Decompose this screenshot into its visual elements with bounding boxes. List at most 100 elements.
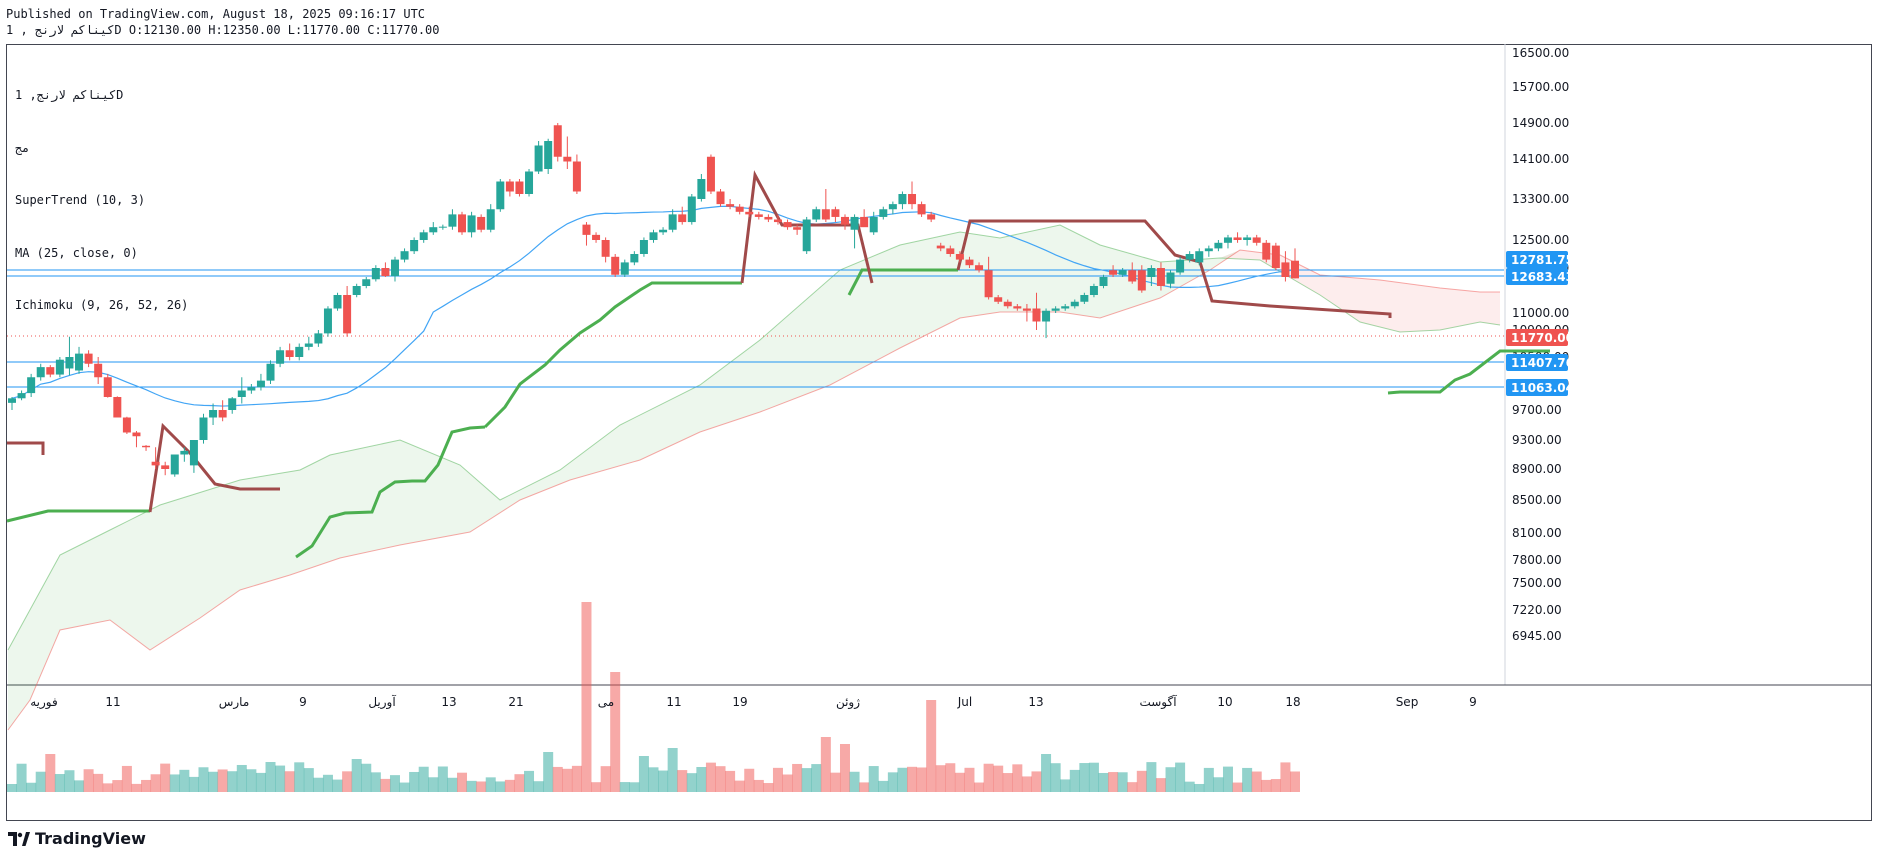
volume-bar xyxy=(409,771,420,792)
price-tick-label: 13300.00 xyxy=(1512,192,1569,206)
time-axis-label: 11 xyxy=(105,695,120,709)
volume-bar xyxy=(131,783,142,792)
volume-bar xyxy=(313,777,324,792)
candle-body xyxy=(199,417,208,440)
volume-bar xyxy=(1165,767,1176,792)
candle-body xyxy=(161,465,170,469)
candle-body xyxy=(860,216,869,228)
volume-bar xyxy=(1194,783,1205,792)
time-axis-label: 21 xyxy=(508,695,523,709)
candle-body xyxy=(486,209,495,230)
candle-body xyxy=(649,232,658,240)
candle-body xyxy=(630,254,639,263)
volume-bar xyxy=(954,772,965,792)
time-axis-label: 13 xyxy=(441,695,456,709)
candle-body xyxy=(1156,268,1165,286)
volume-bar xyxy=(1175,762,1186,792)
volume-bar xyxy=(476,781,487,792)
candle-body xyxy=(151,461,160,466)
volume-bar xyxy=(993,765,1004,792)
candle-body xyxy=(1137,270,1146,291)
tradingview-logo[interactable]: TradingView xyxy=(8,829,146,848)
volume-bar xyxy=(811,764,822,792)
candle-body xyxy=(237,390,246,397)
volume-bar xyxy=(533,781,544,792)
candle-body xyxy=(687,196,696,223)
time-axis-label: 10 xyxy=(1217,695,1232,709)
volume-bar xyxy=(839,744,850,792)
price-tick-label: 12500.00 xyxy=(1512,233,1569,247)
candle-body xyxy=(582,224,591,235)
volume-bar xyxy=(54,774,65,792)
time-axis-label: 18 xyxy=(1285,695,1300,709)
legend-ma[interactable]: MA (25, close, 0) xyxy=(15,245,188,263)
candle-body xyxy=(36,367,45,378)
volume-bar xyxy=(753,779,764,792)
candle-body xyxy=(726,204,735,207)
legend-ichimoku[interactable]: Ichimoku (9, 26, 52, 26) xyxy=(15,297,188,315)
candle-body xyxy=(1080,295,1089,302)
volume-bar xyxy=(820,737,831,792)
volume-bar xyxy=(543,752,554,792)
candle-body xyxy=(352,286,361,295)
legend-title[interactable]: کیناکم لارنج, 1D xyxy=(15,87,188,105)
volume-bar xyxy=(1098,772,1109,792)
volume-bar xyxy=(217,769,228,792)
volume-bar xyxy=(227,771,238,792)
candle-body xyxy=(975,265,984,271)
price-tick-label: 8900.00 xyxy=(1512,462,1562,476)
candle-body xyxy=(544,141,553,169)
volume-bar xyxy=(667,748,678,792)
volume-bar xyxy=(562,768,573,792)
candle-body xyxy=(821,209,830,220)
price-label-text: 11770.00 xyxy=(1511,331,1574,345)
volume-bar xyxy=(524,770,535,792)
candle-body xyxy=(965,259,974,266)
volume-bar xyxy=(744,768,755,792)
volume-bar xyxy=(1031,771,1042,792)
volume-bar xyxy=(1108,772,1119,792)
candle-body xyxy=(1204,248,1213,252)
candle-body xyxy=(343,295,352,334)
volume-bar xyxy=(926,700,937,792)
volume-bar xyxy=(380,778,391,792)
candle-body xyxy=(620,262,629,275)
candle-body xyxy=(1281,262,1290,277)
volume-bar xyxy=(1280,762,1291,792)
price-label-text: 11407.76 xyxy=(1511,356,1574,370)
volume-bar xyxy=(246,769,257,792)
candle-body xyxy=(831,209,840,217)
candle-body xyxy=(1003,301,1012,307)
candle-body xyxy=(113,397,122,418)
candle-body xyxy=(840,216,849,225)
volume-bar xyxy=(351,759,362,792)
candle-body xyxy=(304,343,313,347)
candle-body xyxy=(323,308,332,334)
volume-bar xyxy=(1050,763,1061,792)
candle-body xyxy=(333,295,342,309)
volume-bar xyxy=(1088,762,1099,792)
volume-bar xyxy=(198,767,209,792)
volume-bar xyxy=(1270,779,1281,792)
candle-body xyxy=(27,377,36,394)
legend-supertrend[interactable]: SuperTrend (10, 3) xyxy=(15,192,188,210)
candle-body xyxy=(888,204,897,210)
volume-bar xyxy=(830,772,841,792)
candle-body xyxy=(1243,237,1252,240)
candle-body xyxy=(266,363,275,381)
volume-bar xyxy=(284,771,295,792)
candle-body xyxy=(812,209,821,220)
candle-body xyxy=(639,240,648,254)
volume-bar xyxy=(255,772,266,792)
candle-body xyxy=(314,333,323,344)
candle-body xyxy=(132,432,141,437)
candle-body xyxy=(505,181,514,192)
candle-body xyxy=(802,219,811,252)
candle-body xyxy=(1061,306,1070,309)
price-chart[interactable]: 16500.00 15700.00 14900.00 14100.00 13300.00… xyxy=(0,0,1878,858)
price-tick-label: 7220.00 xyxy=(1512,603,1562,617)
candle-body xyxy=(525,171,534,194)
time-axis-label: 9 xyxy=(1469,695,1477,709)
tradingview-icon xyxy=(8,831,30,846)
price-tick-label: 8500.00 xyxy=(1512,493,1562,507)
